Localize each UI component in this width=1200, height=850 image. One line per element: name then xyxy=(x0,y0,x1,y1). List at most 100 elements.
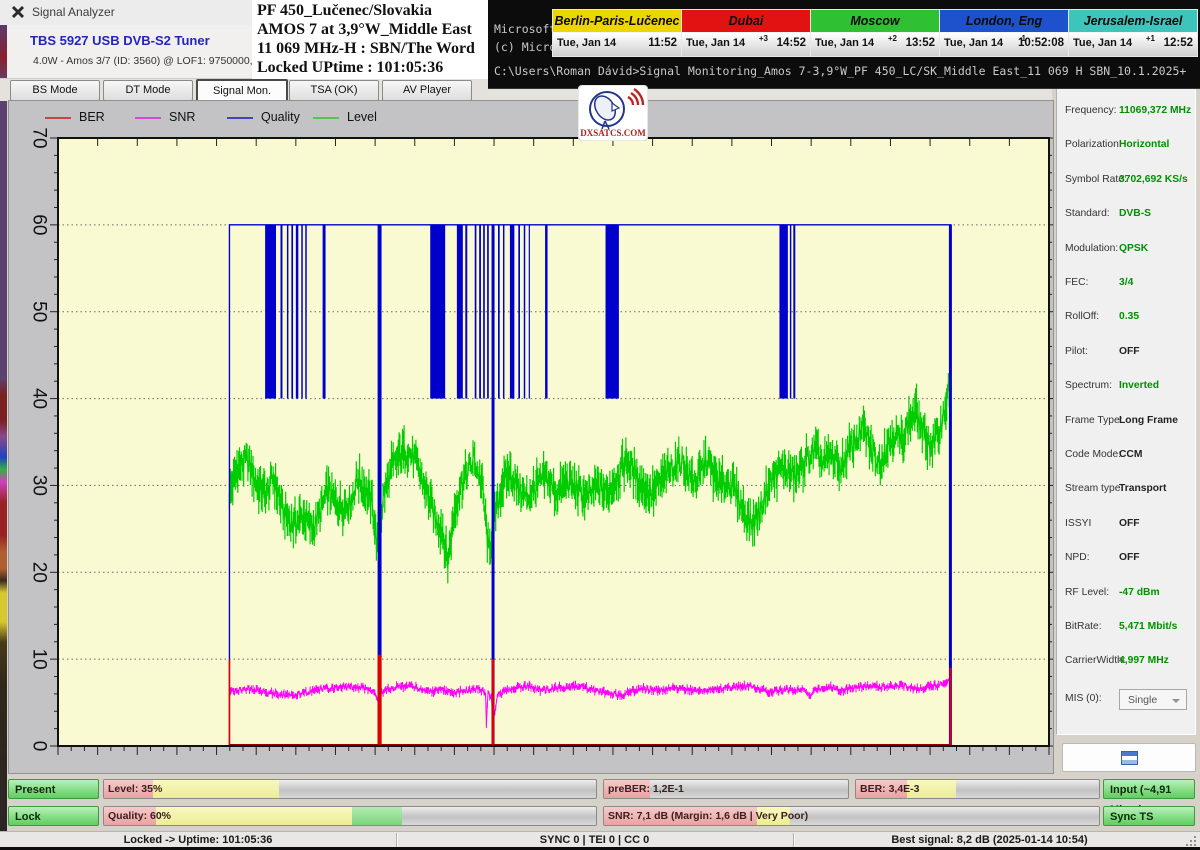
param-label: Spectrum: xyxy=(1065,380,1112,391)
clock-time: 10:52:08 xyxy=(1018,37,1064,49)
app-icon xyxy=(11,5,25,19)
clock-date: Tue, Jan 14 xyxy=(557,37,616,49)
param-label: CarrierWidth: xyxy=(1065,655,1126,666)
terminal-window[interactable]: Microsoft (c) Micro C:\Users\Roman Dávid… xyxy=(488,0,1200,89)
param-label: Standard: xyxy=(1065,208,1110,219)
transponder-note-overlay: PF 450_Lučenec/Slovakia AMOS 7 at 3,9°W_… xyxy=(252,0,488,79)
param-value: Transport xyxy=(1119,483,1167,494)
progress-bar: Quality: 60% xyxy=(103,806,597,826)
progress-label: Level: 35% xyxy=(108,783,162,795)
clock-utc-offset: +1 xyxy=(1146,34,1155,43)
chevron-down-icon xyxy=(1172,699,1180,703)
param-value: OFF xyxy=(1119,346,1140,357)
logo-text: DXSATCS.COM xyxy=(580,128,646,138)
param-value: CCM xyxy=(1119,449,1142,460)
resize-grip-icon[interactable] xyxy=(1186,836,1188,838)
clock-time-row: Tue, Jan 14+112:52 xyxy=(1069,33,1197,56)
note-line: AMOS 7 at 3,9°W_Middle East xyxy=(252,20,488,39)
toolbar-button-tsa-ok-[interactable]: TSA (OK) xyxy=(289,80,379,101)
signal-parameters-panel: Frequency:11069,372 MHz Polarization:Hori… xyxy=(1056,88,1196,735)
clock-widget-4[interactable]: Jerusalem-IsraelTue, Jan 14+112:52 xyxy=(1068,9,1198,57)
clock-date: Tue, Jan 14 xyxy=(944,37,1003,49)
param-label: Pilot: xyxy=(1065,346,1088,357)
param-label: Polarization: xyxy=(1065,139,1122,150)
param-label: Frequency: xyxy=(1065,105,1117,116)
param-label: FEC: xyxy=(1065,277,1088,288)
status-badge-lock: Lock xyxy=(8,806,99,826)
param-value: Long Frame xyxy=(1119,415,1178,426)
progress-bar: BER: 3,4E-3 xyxy=(855,779,1100,799)
svg-text:50: 50 xyxy=(28,301,49,322)
status-bar: Locked -> Uptime: 101:05:36SYNC 0 | TEI … xyxy=(0,831,1200,848)
progress-fill xyxy=(153,780,278,798)
status-badge-sync-ts: Sync TS xyxy=(1103,806,1195,826)
clock-date: Tue, Jan 14 xyxy=(815,37,874,49)
progress-bar: SNR: 7,1 dB (Margin: 1,6 dB | Very Poor) xyxy=(603,806,1100,826)
param-label: Frame Type: xyxy=(1065,415,1123,426)
toolbar-button-bs-mode[interactable]: BS Mode xyxy=(10,80,100,101)
svg-text:0: 0 xyxy=(28,741,49,752)
status-badge-present: Present xyxy=(8,779,99,799)
progress-fill xyxy=(352,807,401,825)
signal-analyzer-window: Signal Analyzer TBS 5927 USB DVB-S2 Tune… xyxy=(0,0,1200,850)
param-label: Stream type: xyxy=(1065,483,1123,494)
desktop-edge-strip xyxy=(0,25,7,848)
clock-time-row: Tue, Jan 14 +2 13:52 xyxy=(811,33,939,56)
record-button[interactable] xyxy=(1062,743,1196,772)
param-value: 3702,692 KS/s xyxy=(1119,174,1188,185)
statusbar-text: Best signal: 8,2 dB (2025-01-14 10:54) xyxy=(793,834,1186,846)
clock-utc-offset: +3 xyxy=(759,34,768,43)
param-label: RF Level: xyxy=(1065,587,1109,598)
clock-time-row: Tue, Jan 14 +3 14:52 xyxy=(682,33,810,56)
terminal-text: Microsoft xyxy=(494,22,556,36)
param-value: OFF xyxy=(1119,552,1140,563)
progress-fill xyxy=(156,807,353,825)
clock-widget-1[interactable]: Dubai Tue, Jan 14 +3 14:52 xyxy=(681,9,811,57)
clock-widget-0[interactable]: Berlin-Paris-LučenecTue, Jan 1411:52 xyxy=(552,9,682,57)
param-value: -47 dBm xyxy=(1119,587,1160,598)
param-value: Horizontal xyxy=(1119,139,1169,150)
note-line: Locked UPtime : 101:05:36 xyxy=(252,58,488,77)
progress-label: SNR: 7,1 dB (Margin: 1,6 dB | Very Poor) xyxy=(608,810,808,822)
param-label: NPD: xyxy=(1065,552,1090,563)
param-value: 3/4 xyxy=(1119,277,1133,288)
statusbar-divider xyxy=(396,833,397,847)
progress-label: preBER: 1,2E-1 xyxy=(608,783,684,795)
param-label: BitRate: xyxy=(1065,621,1102,632)
svg-text:10: 10 xyxy=(28,649,49,670)
status-badge-input-mbps-: Input (~4,91 Mbps) xyxy=(1103,779,1195,799)
clock-city: London, Eng xyxy=(940,10,1068,33)
mis-value: Single xyxy=(1128,694,1157,706)
clock-time-row: Tue, Jan 14-110:52:08 xyxy=(940,33,1068,56)
clock-city: Jerusalem-Israel xyxy=(1069,10,1197,33)
clock-widget-2[interactable]: MoscowTue, Jan 14+213:52 xyxy=(810,9,940,57)
clock-time: 12:52 xyxy=(1164,37,1193,49)
clock-time: 13:52 xyxy=(906,37,935,49)
svg-text:40: 40 xyxy=(28,388,49,409)
clock-time: 14:52 xyxy=(777,37,806,49)
clock-utc-offset: +2 xyxy=(888,34,897,43)
mis-label: MIS (0): xyxy=(1065,693,1102,704)
clock-widget-3[interactable]: London, EngTue, Jan 14-110:52:08 xyxy=(939,9,1069,57)
param-value: 11069,372 MHz xyxy=(1119,105,1191,116)
statusbar-divider xyxy=(793,833,794,847)
progress-bar: preBER: 1,2E-1 xyxy=(603,779,849,799)
param-value: 4,997 MHz xyxy=(1119,655,1169,666)
note-line: 11 069 MHz-H : SBN/The Word xyxy=(252,39,488,58)
clock-date: Tue, Jan 14 xyxy=(686,37,745,49)
param-value: Inverted xyxy=(1119,380,1159,391)
statusbar-text: SYNC 0 | TEI 0 | CC 0 xyxy=(396,834,793,846)
param-label: Symbol Rate: xyxy=(1065,174,1127,185)
svg-text:20: 20 xyxy=(28,562,49,583)
svg-text:60: 60 xyxy=(28,214,49,235)
toolbar-button-dt-mode[interactable]: DT Mode xyxy=(103,80,193,101)
terminal-text: (c) Micro xyxy=(494,40,556,54)
mis-dropdown[interactable]: Single xyxy=(1119,689,1187,710)
param-label: RollOff: xyxy=(1065,311,1099,322)
clock-city: Dubai xyxy=(682,10,810,33)
tuner-name: TBS 5927 USB DVB-S2 Tuner xyxy=(30,33,210,48)
signal-chart: 010203040506070 xyxy=(9,101,1053,773)
param-value: 0.35 xyxy=(1119,311,1139,322)
dxsatcs-logo: DXSATCS.COM xyxy=(578,85,648,141)
toolbar-button-av-player[interactable]: AV Player xyxy=(382,80,472,101)
